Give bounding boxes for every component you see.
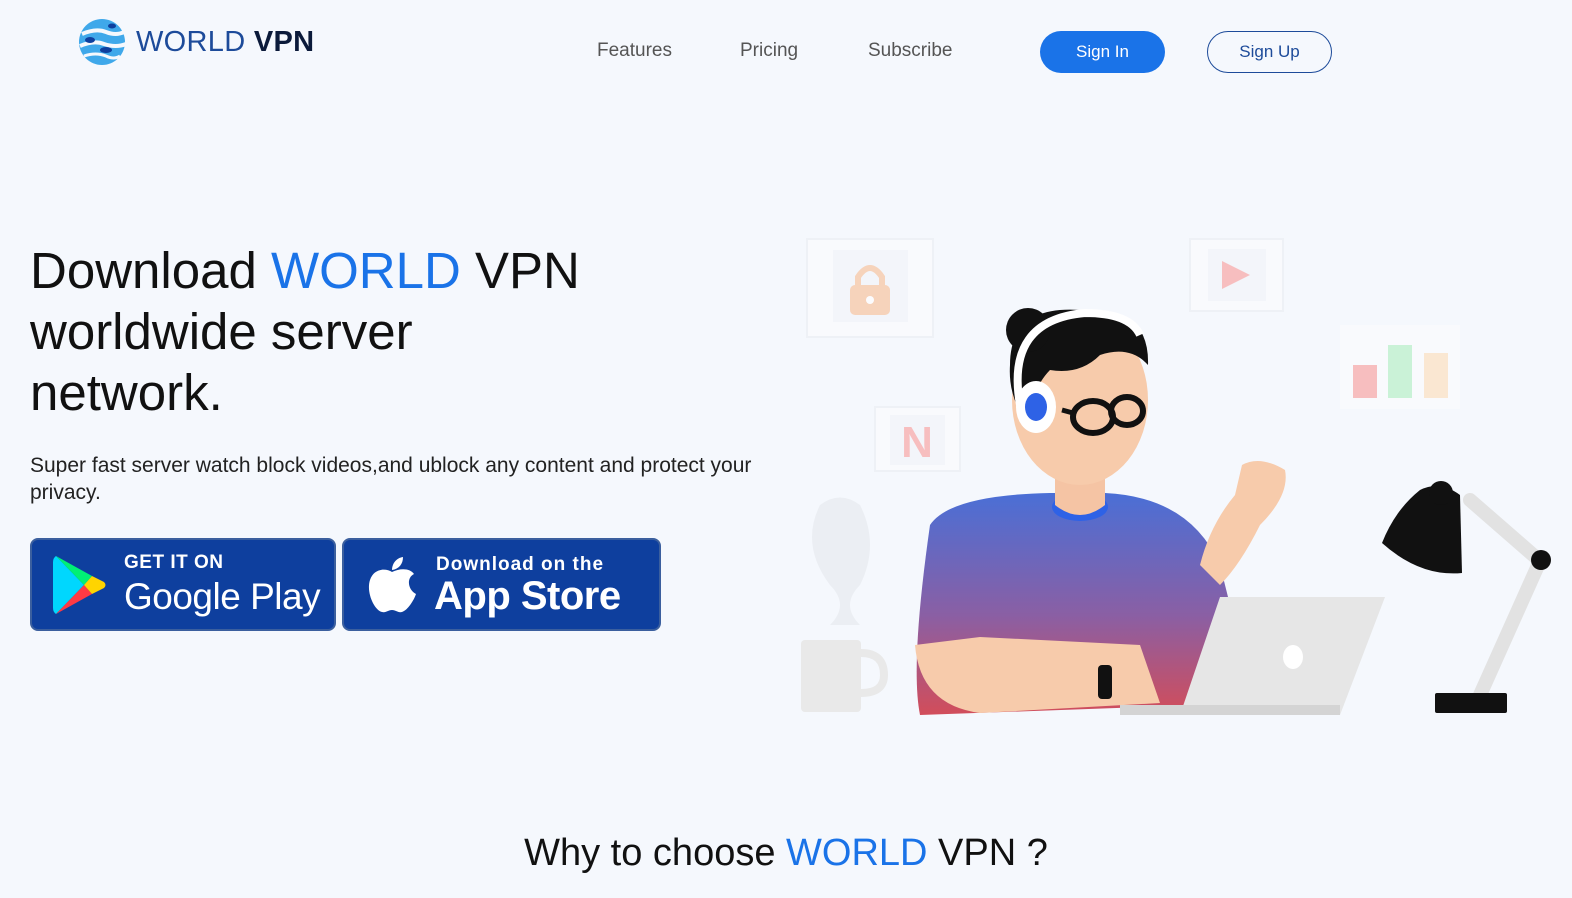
google-play-big-text: Google Play <box>124 576 321 617</box>
google-play-button[interactable]: GET IT ON Google Play <box>30 538 336 631</box>
lock-card-icon <box>806 238 934 338</box>
play-card-icon <box>1189 238 1284 312</box>
why-section-title: Why to choose WORLD VPN ? <box>524 832 1048 874</box>
hero-title: Download WORLD VPN worldwide server netw… <box>30 242 580 421</box>
app-store-button[interactable]: Download on the App Store <box>342 538 661 631</box>
app-store-small-text: Download on the <box>436 554 605 575</box>
netflix-card-icon: N <box>874 406 961 472</box>
app-store-big-text: App Store <box>434 574 621 618</box>
desk-lamp-icon <box>1382 481 1551 713</box>
mug-icon <box>801 640 889 712</box>
globe-icon <box>79 19 127 65</box>
brand-name: WORLD VPN <box>136 25 315 58</box>
google-play-icon <box>53 556 106 614</box>
hero-illustration: N <box>801 238 1551 715</box>
hero-subtitle: Super fast server watch block videos,and… <box>30 454 752 504</box>
apple-icon <box>368 557 416 613</box>
raised-fist <box>1200 461 1286 585</box>
bulb-shape <box>812 497 870 625</box>
chart-card-icon <box>1340 325 1460 409</box>
sign-up-button[interactable]: Sign Up <box>1207 31 1332 73</box>
google-play-small-text: GET IT ON <box>124 552 224 573</box>
brand-logo[interactable]: WORLD VPN <box>76 16 314 68</box>
svg-text:N: N <box>901 418 933 467</box>
nav-subscribe[interactable]: Subscribe <box>868 40 953 62</box>
nav-pricing[interactable]: Pricing <box>740 40 798 62</box>
nav-features[interactable]: Features <box>597 40 672 62</box>
sign-in-button[interactable]: Sign In <box>1040 31 1165 73</box>
